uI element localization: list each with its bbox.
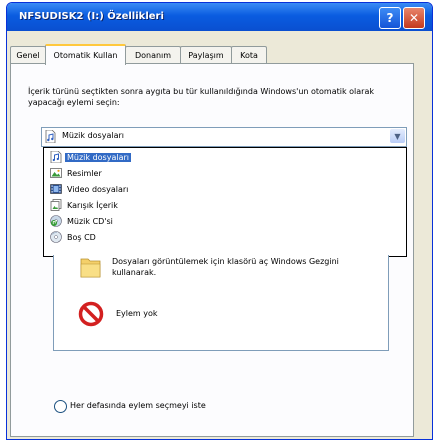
chevron-down-icon[interactable]: ▼ <box>390 129 405 143</box>
title-bar[interactable]: NFSUDISK2 (I:) Özellikleri ? ✕ <box>7 3 432 31</box>
tab-strip: Genel Otomatik Kullan Donanım Paylaşım K… <box>10 44 420 65</box>
tab-general[interactable]: Genel <box>10 46 46 63</box>
tab-hardware[interactable]: Donanım <box>125 46 181 63</box>
help-button[interactable]: ? <box>379 7 401 29</box>
mixed-content-icon <box>50 199 62 211</box>
tab-autoplay[interactable]: Otomatik Kullan <box>45 44 126 65</box>
option-blank-cd[interactable]: Boş CD <box>44 230 406 244</box>
folder-icon[interactable] <box>80 255 102 279</box>
tab-quota[interactable]: Kota <box>231 46 267 63</box>
music-file-icon <box>45 130 56 143</box>
tab-sharing[interactable]: Paylaşım <box>180 46 232 63</box>
picture-icon <box>50 168 62 178</box>
no-action-icon[interactable] <box>78 301 104 327</box>
option-pictures[interactable]: Resimler <box>44 166 406 180</box>
music-cd-icon <box>50 215 62 227</box>
close-button[interactable]: ✕ <box>403 7 425 29</box>
prompt-each-time-radio[interactable] <box>54 400 67 413</box>
action-no-action-label[interactable]: Eylem yok <box>116 309 158 318</box>
autoplay-description: İçerik türünü seçtikten sonra aygıta bu … <box>28 87 374 107</box>
action-open-folder-label[interactable]: Dosyaları görüntülemek için klasörü aç W… <box>112 256 352 278</box>
video-file-icon <box>50 184 62 194</box>
music-file-icon <box>50 151 62 163</box>
content-type-dropdown[interactable]: Müzik dosyaları Resimler Video dosyaları… <box>43 147 407 257</box>
option-music-cd[interactable]: Müzik CD'si <box>44 214 406 228</box>
option-music-files[interactable]: Müzik dosyaları <box>44 150 406 164</box>
option-mixed-content[interactable]: Karışık İçerik <box>44 198 406 212</box>
content-type-value: Müzik dosyaları <box>62 131 124 140</box>
blank-cd-icon <box>50 231 62 243</box>
window-title: NFSUDISK2 (I:) Özellikleri <box>19 11 164 22</box>
option-video-files[interactable]: Video dosyaları <box>44 182 406 196</box>
content-type-select[interactable]: Müzik dosyaları ▼ <box>41 127 407 147</box>
prompt-each-time-label[interactable]: Her defasında eylem seçmeyi iste <box>70 401 206 410</box>
